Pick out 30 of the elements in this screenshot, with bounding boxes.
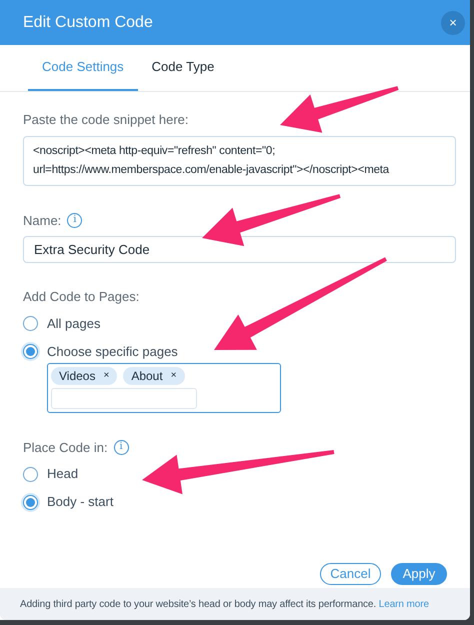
tab[interactable]: Code Settings [28, 45, 138, 91]
radio-button[interactable] [23, 494, 38, 510]
info-icon[interactable]: i [67, 212, 82, 228]
radio-button[interactable] [23, 466, 38, 482]
close-button[interactable]: × [441, 10, 465, 34]
field-label: Paste the code snippet here: [23, 111, 190, 129]
tag-label: About [131, 368, 163, 384]
remove-tag-button[interactable]: × [170, 370, 177, 380]
cancel-button[interactable]: Cancel [320, 563, 381, 585]
pages-tag-field[interactable]: Videos × About × [47, 362, 281, 412]
apply-button[interactable]: Apply [391, 563, 447, 585]
option-label: Body - start [47, 493, 114, 512]
field-label: Name: [23, 212, 62, 230]
field-label: Place Code in: [23, 438, 108, 456]
radio-button[interactable] [23, 344, 38, 359]
page-search-input[interactable] [51, 388, 197, 408]
remove-tag-button[interactable]: × [103, 370, 110, 380]
code-snippet-field[interactable]: <noscript><meta http-equiv="refresh" content="0; url=https://www.memberspace.com/enable-javascript"></noscript><meta [23, 136, 456, 186]
window-title: Edit Custom Code [23, 12, 153, 32]
radio-button[interactable] [23, 316, 38, 331]
name-field[interactable]: Extra Security Code [23, 236, 456, 263]
option-label: Choose specific pages [47, 342, 178, 361]
tab[interactable]: Code Type [138, 45, 228, 91]
option-label: All pages [47, 314, 100, 333]
footer-note: Adding third party code to your website’s head or body may affect its performance. Learn more [20, 598, 429, 612]
tag-label: Videos [59, 368, 96, 384]
field-label: Add Code to Pages: [23, 288, 140, 306]
option-label: Head [47, 465, 78, 484]
learn-more-link[interactable]: Learn more [378, 598, 429, 610]
info-icon[interactable]: i [114, 440, 129, 455]
